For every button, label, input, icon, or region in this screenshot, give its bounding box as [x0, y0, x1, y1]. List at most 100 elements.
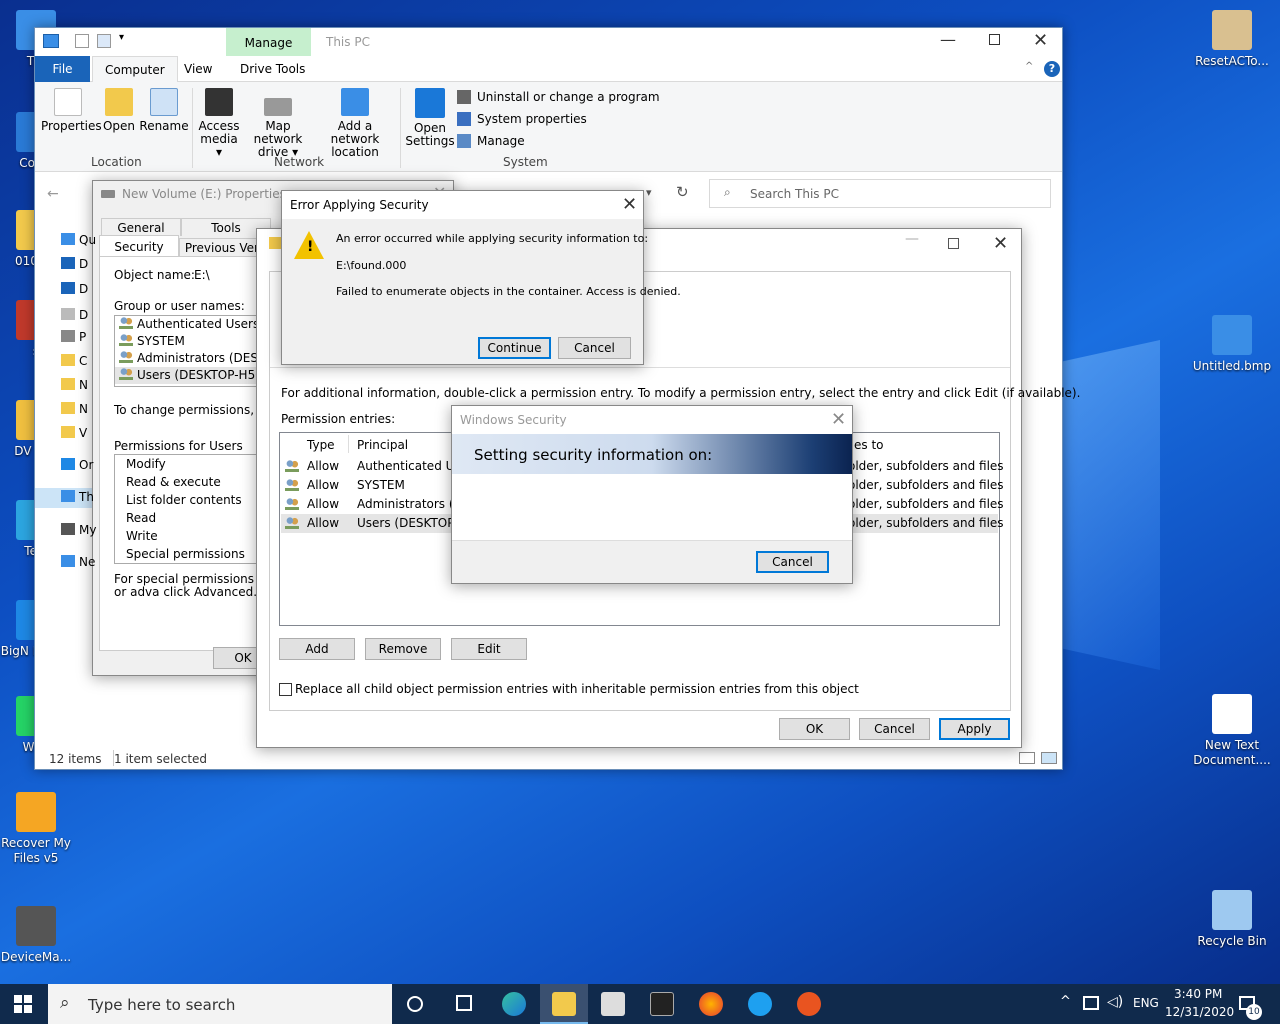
nav-item[interactable]: Qu: [61, 233, 96, 247]
advanced-minimize-button[interactable]: —: [905, 231, 919, 247]
clock-time[interactable]: 3:40 PM: [1174, 987, 1222, 1001]
address-dropdown-icon[interactable]: ▾: [646, 186, 652, 199]
nav-item[interactable]: N: [61, 378, 88, 392]
desktop-icon[interactable]: New Text Document....: [1192, 694, 1272, 768]
network-icon[interactable]: [1083, 996, 1099, 1010]
nav-item[interactable]: Ne: [61, 555, 95, 569]
divider: [400, 88, 401, 168]
continue-button[interactable]: Continue: [478, 337, 551, 359]
advanced-cancel-button[interactable]: Cancel: [859, 718, 930, 740]
group-list-item[interactable]: Authenticated Users: [115, 316, 273, 333]
qat-dropdown-icon[interactable]: ▾: [119, 32, 124, 43]
firefox-icon[interactable]: [699, 992, 723, 1016]
help-icon[interactable]: ?: [1044, 61, 1060, 77]
error-cancel-button[interactable]: Cancel: [558, 337, 631, 359]
tab-general[interactable]: General: [101, 218, 181, 236]
desktop-icon[interactable]: Recycle Bin: [1192, 890, 1272, 949]
group-list-item[interactable]: Administrators (DESKTOF: [115, 350, 273, 367]
apply-button[interactable]: Apply: [939, 718, 1010, 740]
start-windows-icon[interactable]: [14, 995, 32, 1013]
winsec-close-button[interactable]: ✕: [831, 411, 846, 429]
clock-date[interactable]: 12/31/2020: [1165, 1005, 1234, 1019]
advanced-maximize-button[interactable]: [948, 238, 959, 249]
nav-item[interactable]: D: [61, 257, 88, 271]
new-folder-qat-icon[interactable]: [97, 34, 111, 48]
minimize-button[interactable]: —: [940, 30, 956, 49]
manage-context-tab[interactable]: Manage: [226, 28, 311, 56]
system-properties-icon: [457, 112, 471, 126]
rename-button[interactable]: Rename: [139, 88, 189, 133]
divider: [192, 88, 193, 168]
nav-item[interactable]: D: [61, 282, 88, 296]
task-view-icon[interactable]: [456, 995, 472, 1011]
cortana-icon[interactable]: [407, 996, 423, 1012]
replace-child-checkbox[interactable]: [279, 683, 292, 696]
system-properties-command[interactable]: System properties: [457, 109, 587, 129]
error-line1: An error occurred while applying securit…: [336, 232, 649, 245]
refresh-icon[interactable]: ↻: [676, 183, 689, 201]
properties-qat-icon[interactable]: [75, 34, 89, 48]
back-arrow-icon[interactable]: ←: [47, 186, 59, 202]
tab-computer[interactable]: Computer: [92, 56, 178, 83]
ubuntu-icon[interactable]: [797, 992, 821, 1016]
entry-type: Allow: [307, 478, 340, 492]
show-hidden-icons-chevron[interactable]: ^: [1060, 994, 1071, 1009]
internet-explorer-icon[interactable]: [748, 992, 772, 1016]
add-network-location-button[interactable]: Add a network location: [316, 88, 394, 159]
entry-applies-to: older, subfolders and files: [848, 497, 1004, 511]
store-icon[interactable]: [601, 992, 625, 1016]
column-principal[interactable]: Principal: [357, 438, 408, 452]
nav-item[interactable]: D: [61, 308, 88, 322]
desktop-icon[interactable]: Untitled.bmp: [1192, 315, 1272, 374]
entry-type: Allow: [307, 459, 340, 473]
group-list-item[interactable]: SYSTEM: [115, 333, 273, 350]
column-applies-to[interactable]: es to: [854, 438, 884, 452]
film-app-icon[interactable]: [650, 992, 674, 1016]
nav-item[interactable]: C: [61, 354, 87, 368]
add-button[interactable]: Add: [279, 638, 355, 660]
edit-button[interactable]: Edit: [451, 638, 527, 660]
window-title: This PC: [326, 35, 370, 49]
map-network-drive-button[interactable]: Map network drive ▾: [241, 88, 315, 159]
tab-view[interactable]: View: [172, 56, 224, 82]
remove-button[interactable]: Remove: [365, 638, 441, 660]
uninstall-program-command[interactable]: Uninstall or change a program: [457, 87, 660, 107]
winsec-cancel-button[interactable]: Cancel: [756, 551, 829, 573]
open-button[interactable]: Open: [99, 88, 139, 133]
collapse-ribbon-icon[interactable]: ^: [1025, 61, 1033, 72]
taskbar-search-box[interactable]: ⌕ Type here to search: [48, 984, 392, 1024]
special-permissions-text: For special permissions or adva click Ad…: [114, 572, 258, 599]
group-list-item[interactable]: Users (DESKTOP-H5ON/: [115, 367, 273, 384]
desktop-icon[interactable]: Recover My Files v5: [0, 792, 76, 866]
nav-item[interactable]: Th: [61, 490, 94, 504]
column-type[interactable]: Type: [307, 438, 335, 452]
language-indicator[interactable]: ENG: [1133, 996, 1159, 1010]
access-media-button[interactable]: Access media ▾: [197, 88, 241, 159]
nav-item[interactable]: V: [61, 426, 87, 440]
group-user-list[interactable]: Authenticated Users SYSTEM Administrators …: [114, 315, 274, 387]
maximize-button[interactable]: [989, 34, 1000, 45]
details-view-icon[interactable]: [1019, 752, 1035, 764]
error-close-button[interactable]: ✕: [622, 196, 637, 214]
manage-command[interactable]: Manage: [457, 131, 525, 151]
advanced-ok-button[interactable]: OK: [779, 718, 850, 740]
desktop-icon[interactable]: ResetACTo...: [1192, 10, 1272, 69]
edge-icon[interactable]: [502, 992, 526, 1016]
desktop-icon[interactable]: DeviceMa...: [0, 906, 76, 965]
tab-drive-tools[interactable]: Drive Tools: [228, 56, 317, 82]
large-icons-view-icon[interactable]: [1041, 752, 1057, 764]
tab-security[interactable]: Security: [99, 235, 179, 257]
volume-icon[interactable]: ◁): [1107, 994, 1123, 1010]
nav-item[interactable]: My: [61, 523, 96, 537]
nav-item[interactable]: Or: [61, 458, 93, 472]
search-box[interactable]: ⌕ Search This PC: [709, 179, 1051, 208]
nav-item[interactable]: P: [61, 330, 86, 344]
advanced-close-button[interactable]: ✕: [993, 235, 1008, 253]
nav-item-label: Ne: [79, 555, 96, 569]
open-settings-button[interactable]: Open Settings: [405, 88, 455, 148]
open-folder-icon: [105, 88, 133, 116]
properties-button[interactable]: Properties: [41, 88, 102, 133]
nav-item[interactable]: N: [61, 402, 88, 416]
close-button[interactable]: ✕: [1033, 32, 1048, 50]
tab-file[interactable]: File: [35, 56, 90, 82]
